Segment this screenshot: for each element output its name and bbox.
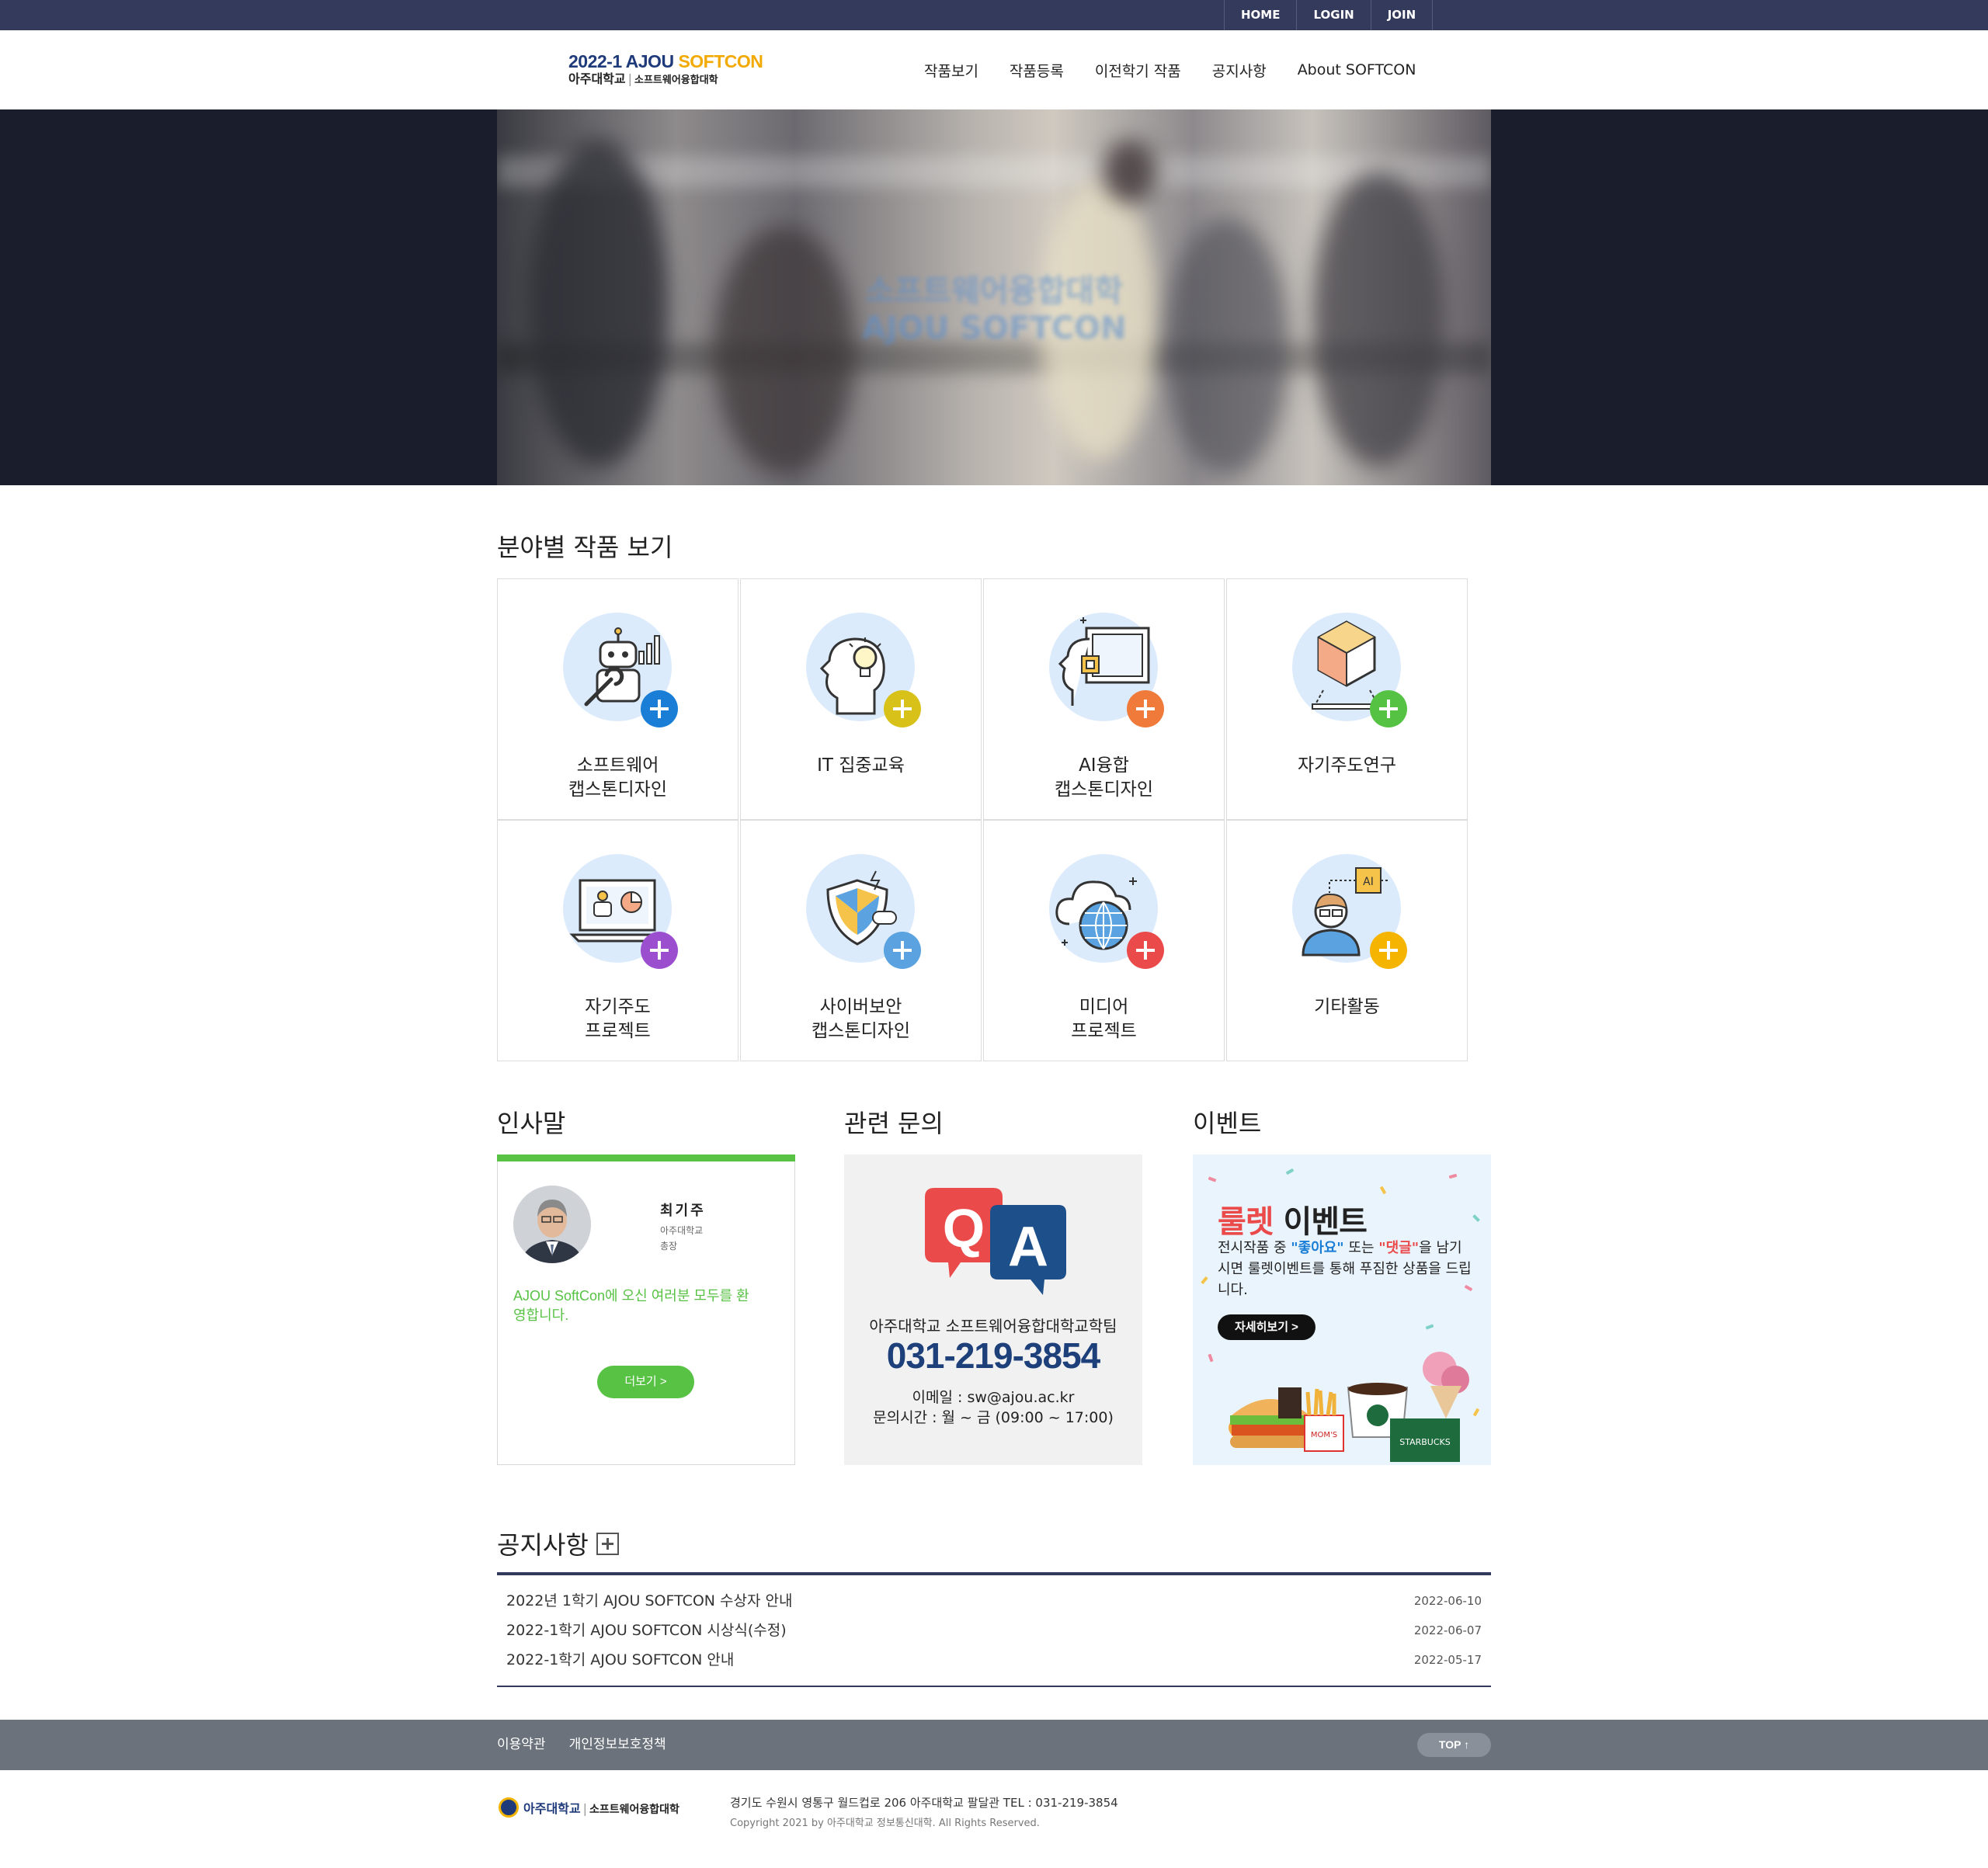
category-label: IT 집중교육 bbox=[817, 755, 905, 776]
president-name: 최기주 bbox=[660, 1203, 706, 1219]
nav-previous-works[interactable]: 이전학기 작품 bbox=[1095, 60, 1181, 81]
home-link[interactable]: HOME bbox=[1224, 0, 1296, 30]
notice-row[interactable]: 2022-1학기 AJOU SOFTCON 안내 2022-05-17 bbox=[497, 1645, 1491, 1675]
svg-text:A: A bbox=[1008, 1216, 1048, 1278]
footer-copyright: Copyright 2021 by 아주대학교 정보통신대학. All Righ… bbox=[730, 1818, 1040, 1829]
contact-title: 관련 문의 bbox=[844, 1109, 944, 1138]
contact-phone: 031-219-3854 bbox=[886, 1335, 1100, 1376]
join-link[interactable]: JOIN bbox=[1370, 0, 1434, 30]
scroll-top-button[interactable]: TOP ↑ bbox=[1417, 1733, 1491, 1757]
greeting-message: AJOU SoftCon에 오신 여러분 모두를 환영합니다. bbox=[513, 1288, 749, 1323]
footer-links: 이용약관 개인정보보호정책 bbox=[497, 1720, 690, 1770]
contact-team: 아주대학교 소프트웨어융합대학교학팀 bbox=[869, 1317, 1117, 1335]
event-title: 이벤트 bbox=[1193, 1109, 1262, 1138]
ai-chip-head-icon bbox=[1049, 613, 1164, 727]
category-label: 미디어 프로젝트 bbox=[1071, 997, 1137, 1041]
event-heading: 룰렛 이벤트 bbox=[1218, 1204, 1368, 1240]
notice-row[interactable]: 2022-1학기 AJOU SOFTCON 시상식(수정) 2022-06-07 bbox=[497, 1616, 1491, 1645]
footer-address: 경기도 수원시 영통구 월드컵로 206 아주대학교 팔달관 TEL : 031… bbox=[730, 1796, 1118, 1810]
logo-title: 2022-1 AJOU SOFTCON bbox=[568, 51, 763, 71]
category-label: 자기주도연구 bbox=[1298, 755, 1396, 776]
notice-title[interactable]: 2022년 1학기 AJOU SOFTCON 수상자 안내 bbox=[506, 1586, 792, 1616]
category-label: 기타활동 bbox=[1314, 997, 1380, 1017]
nav-about[interactable]: About SOFTCON bbox=[1298, 61, 1416, 78]
notices-more-icon[interactable] bbox=[596, 1532, 619, 1555]
category-card-software-capstone[interactable]: 소프트웨어 캡스톤디자인 bbox=[497, 578, 739, 820]
login-link[interactable]: LOGIN bbox=[1296, 0, 1370, 30]
notice-row[interactable]: 2022년 1학기 AJOU SOFTCON 수상자 안내 2022-06-10 bbox=[497, 1586, 1491, 1616]
category-label: 자기주도 프로젝트 bbox=[585, 997, 651, 1041]
prize-food-illustration: MOM'S STARBUCKS bbox=[1229, 1352, 1469, 1462]
category-card-it-intensive[interactable]: IT 집중교육 bbox=[740, 578, 982, 820]
notice-list: 2022년 1학기 AJOU SOFTCON 수상자 안내 2022-06-10… bbox=[497, 1572, 1491, 1687]
footer-logo: 아주대학교 | 소프트웨어융합대학 bbox=[499, 1797, 679, 1818]
hero-caption: 소프트웨어융합대학 AJOU SOFTCON bbox=[862, 273, 1127, 346]
contact-panel: Q A 아주대학교 소프트웨어융합대학교학팀 031-219-3854 이메일 … bbox=[844, 1154, 1142, 1465]
main-nav: 작품보기 작품등록 이전학기 작품 공지사항 About SOFTCON bbox=[909, 30, 1416, 109]
privacy-link[interactable]: 개인정보보호정책 bbox=[569, 1720, 666, 1770]
site-logo[interactable]: 2022-1 AJOU SOFTCON 아주대학교 | 소프트웨어융합대학 bbox=[568, 52, 770, 89]
notice-title[interactable]: 2022-1학기 AJOU SOFTCON 안내 bbox=[506, 1645, 734, 1675]
robot-wrench-icon bbox=[563, 613, 678, 727]
notice-date: 2022-06-07 bbox=[1413, 1623, 1482, 1637]
logo-subtitle: 아주대학교 | 소프트웨어융합대학 bbox=[568, 71, 718, 86]
category-card-other-activities[interactable]: AI 기타활동 bbox=[1226, 820, 1468, 1061]
qa-speech-bubble-icon: Q A bbox=[925, 1188, 1066, 1295]
starbucks-brand: STARBUCKS bbox=[1399, 1437, 1451, 1447]
greeting-title: 인사말 bbox=[497, 1109, 566, 1138]
categories-title: 분야별 작품 보기 bbox=[497, 533, 673, 562]
event-description: 전시작품 중 "좋아요" 또는 "댓글"을 남기시면 룰렛이벤트를 통해 푸짐한… bbox=[1218, 1240, 1472, 1298]
president-affiliation: 아주대학교 총장 bbox=[660, 1225, 704, 1252]
notice-date: 2022-05-17 bbox=[1413, 1653, 1482, 1667]
nav-notices[interactable]: 공지사항 bbox=[1212, 60, 1267, 81]
category-card-self-research[interactable]: 자기주도연구 bbox=[1226, 578, 1468, 820]
university-seal-icon bbox=[499, 1797, 519, 1818]
laptop-robot-chart-icon bbox=[563, 854, 678, 969]
top-utility-bar: HOME LOGIN JOIN bbox=[0, 0, 1988, 30]
category-grid: 소프트웨어 캡스톤디자인 IT 집중교육 AI융합 캡스톤디자인 자기주도연구 … bbox=[497, 578, 1468, 1061]
notices-title: 공지사항 bbox=[497, 1526, 619, 1561]
nav-view-works[interactable]: 작품보기 bbox=[924, 60, 978, 81]
notice-title[interactable]: 2022-1학기 AJOU SOFTCON 시상식(수정) bbox=[506, 1616, 787, 1645]
event-details-button[interactable]: 자세히보기 > bbox=[1218, 1314, 1315, 1340]
site-header: 2022-1 AJOU SOFTCON 아주대학교 | 소프트웨어융합대학 작품보기… bbox=[0, 30, 1988, 109]
utility-links: HOME LOGIN JOIN bbox=[1224, 0, 1434, 30]
category-card-ai-capstone[interactable]: AI융합 캡스톤디자인 bbox=[983, 578, 1225, 820]
contact-hours: 문의시간 : 월 ~ 금 (09:00 ~ 17:00) bbox=[873, 1409, 1114, 1426]
greeting-accent-bar bbox=[497, 1154, 795, 1161]
svg-text:Q: Q bbox=[943, 1198, 985, 1259]
hero-video[interactable]: 소프트웨어융합대학 AJOU SOFTCON bbox=[497, 109, 1491, 485]
svg-text:AI: AI bbox=[1363, 876, 1374, 888]
event-banner[interactable]: 룰렛 이벤트 전시작품 중 "좋아요" 또는 "댓글"을 남기시면 룰렛이벤트를… bbox=[1193, 1154, 1491, 1465]
category-label: 사이버보안 캡스톤디자인 bbox=[812, 997, 910, 1041]
category-card-cyber-security[interactable]: 사이버보안 캡스톤디자인 bbox=[740, 820, 982, 1061]
category-label: AI융합 캡스톤디자인 bbox=[1055, 755, 1153, 800]
person-ai-chip-icon: AI bbox=[1292, 854, 1407, 969]
cloud-globe-icon bbox=[1049, 854, 1164, 969]
moms-brand: MOM'S bbox=[1311, 1431, 1337, 1439]
nav-register-work[interactable]: 작품등록 bbox=[1010, 60, 1064, 81]
greeting-more-button[interactable]: 더보기 > bbox=[597, 1366, 694, 1398]
shield-security-icon bbox=[806, 854, 921, 969]
president-photo bbox=[513, 1186, 591, 1263]
category-label: 소프트웨어 캡스톤디자인 bbox=[568, 755, 667, 800]
head-lightbulb-icon bbox=[806, 613, 921, 727]
greeting-panel: 최기주 아주대학교 총장 AJOU SoftCon에 오신 여러분 모두를 환영… bbox=[497, 1154, 795, 1465]
notice-date: 2022-06-10 bbox=[1413, 1594, 1482, 1608]
category-card-self-project[interactable]: 자기주도 프로젝트 bbox=[497, 820, 739, 1061]
cube-research-icon bbox=[1292, 613, 1407, 727]
terms-link[interactable]: 이용약관 bbox=[497, 1720, 546, 1770]
category-card-media-project[interactable]: 미디어 프로젝트 bbox=[983, 820, 1225, 1061]
footer-bar: 이용약관 개인정보보호정책 TOP ↑ bbox=[0, 1720, 1988, 1770]
contact-email: 이메일 : sw@ajou.ac.kr bbox=[912, 1389, 1075, 1406]
